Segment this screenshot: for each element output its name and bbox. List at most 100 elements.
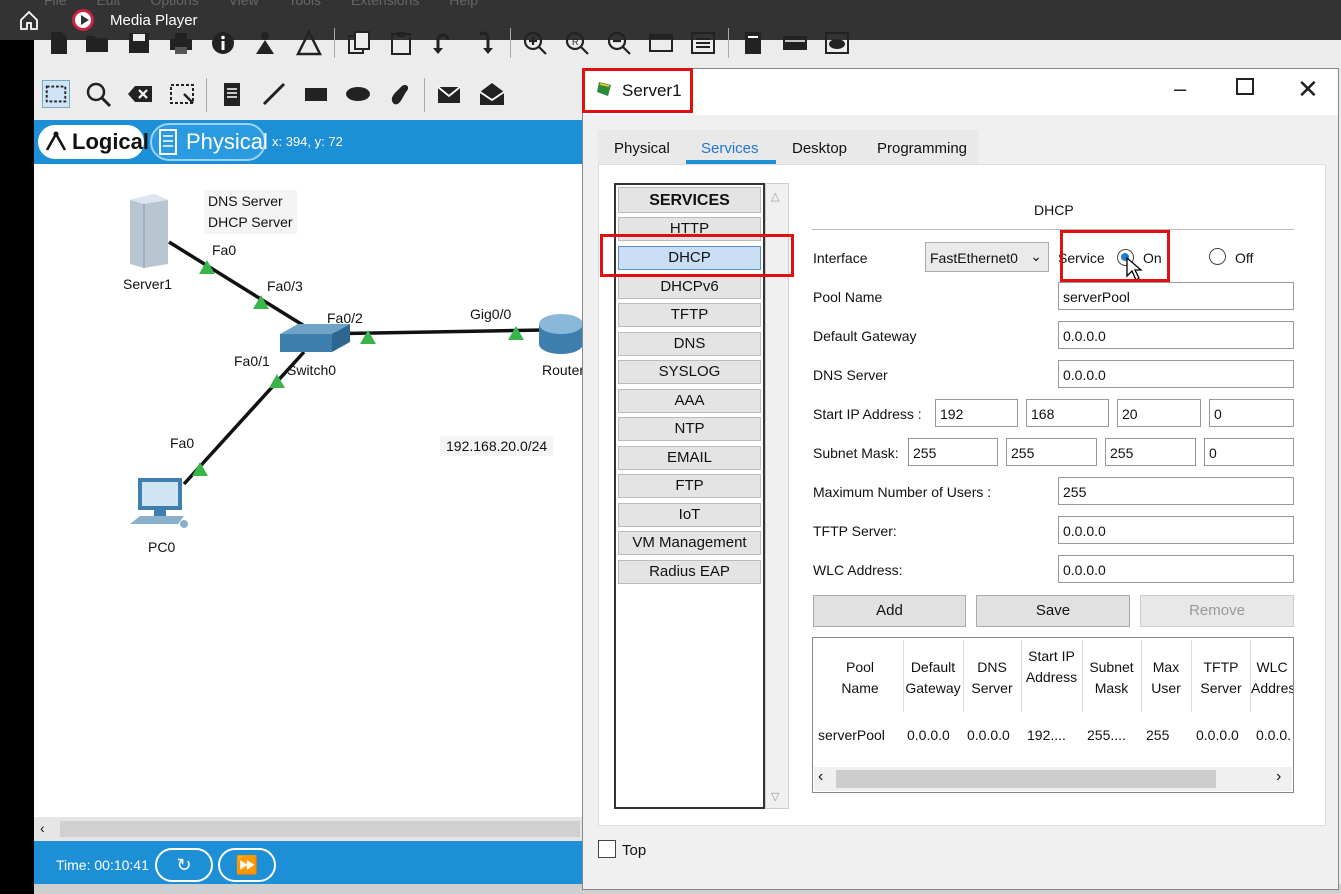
- service-ntp[interactable]: NTP: [618, 417, 761, 441]
- subnet-octet-4[interactable]: 0: [1204, 438, 1294, 466]
- table-cell[interactable]: 0.0.0.: [1256, 727, 1292, 743]
- print-icon[interactable]: [168, 30, 194, 56]
- service-email[interactable]: EMAIL: [618, 446, 761, 470]
- scroll-right-icon[interactable]: ›: [1276, 768, 1281, 786]
- dialog-titlebar[interactable]: [583, 69, 1338, 115]
- subnet-octet-1[interactable]: 255: [908, 438, 998, 466]
- scroll-left-icon[interactable]: ‹: [40, 820, 45, 836]
- scroll-down-icon[interactable]: ▽: [771, 790, 779, 803]
- table-cell[interactable]: 192....: [1027, 727, 1066, 743]
- save-icon[interactable]: [126, 30, 152, 56]
- note-icon[interactable]: [218, 80, 246, 108]
- home-icon[interactable]: [18, 9, 40, 31]
- table-header[interactable]: Default Gateway: [904, 657, 962, 699]
- pdu-icon[interactable]: [782, 30, 808, 56]
- tab-programming[interactable]: Programming: [877, 140, 967, 157]
- close-icon[interactable]: ✕: [1297, 74, 1319, 105]
- network-info-icon[interactable]: [296, 30, 322, 56]
- delete-icon[interactable]: [126, 80, 154, 108]
- table-cell[interactable]: serverPool: [818, 727, 885, 743]
- ellipse-icon[interactable]: [344, 80, 372, 108]
- scroll-left-icon[interactable]: ‹: [818, 768, 823, 786]
- zoom-reset-icon[interactable]: R: [564, 30, 590, 56]
- table-cell[interactable]: 0.0.0.0: [907, 727, 950, 743]
- resize-shape-icon[interactable]: [168, 80, 196, 108]
- viewport-icon[interactable]: [740, 30, 766, 56]
- server-icon[interactable]: [124, 192, 172, 268]
- subnet-octet-2[interactable]: 255: [1006, 438, 1097, 466]
- start-ip-octet-4[interactable]: 0: [1209, 399, 1294, 427]
- tab-physical-config[interactable]: Physical: [614, 140, 670, 157]
- table-header[interactable]: Max User: [1142, 657, 1190, 699]
- save-button[interactable]: Save: [976, 595, 1130, 627]
- paste-icon[interactable]: [388, 30, 414, 56]
- table-hscroll-thumb[interactable]: [836, 770, 1216, 788]
- table-cell[interactable]: 0.0.0.0: [1196, 727, 1239, 743]
- subnet-octet-3[interactable]: 255: [1105, 438, 1196, 466]
- inspect-icon[interactable]: [84, 80, 112, 108]
- service-ftp[interactable]: FTP: [618, 474, 761, 498]
- service-syslog[interactable]: SYSLOG: [618, 360, 761, 384]
- rectangle-icon[interactable]: [302, 80, 330, 108]
- table-header[interactable]: WLC Address: [1251, 657, 1293, 699]
- interface-select[interactable]: FastEthernet0 ⌄: [925, 242, 1049, 272]
- table-cell[interactable]: 255: [1146, 727, 1169, 743]
- max-users-input[interactable]: 255: [1058, 477, 1294, 505]
- undo-icon[interactable]: [430, 30, 456, 56]
- service-tftp[interactable]: TFTP: [618, 303, 761, 327]
- power-cycle-button[interactable]: ↻: [155, 848, 213, 882]
- logical-view-icon: [45, 131, 67, 151]
- new-file-icon[interactable]: [46, 30, 72, 56]
- remove-button[interactable]: Remove: [1140, 595, 1294, 627]
- service-dns[interactable]: DNS: [618, 332, 761, 356]
- activity-wizard-icon[interactable]: [252, 30, 278, 56]
- table-header[interactable]: TFTP Server: [1192, 657, 1250, 699]
- zoom-out-icon[interactable]: [606, 30, 632, 56]
- service-vm-management[interactable]: VM Management: [618, 531, 761, 555]
- maximize-icon[interactable]: [1236, 78, 1254, 95]
- table-cell[interactable]: 0.0.0.0: [967, 727, 1010, 743]
- redo-icon[interactable]: [472, 30, 498, 56]
- service-radius-eap[interactable]: Radius EAP: [618, 560, 761, 584]
- scroll-up-icon[interactable]: △: [771, 190, 779, 203]
- open-folder-icon[interactable]: [84, 30, 110, 56]
- zoom-in-icon[interactable]: [522, 30, 548, 56]
- add-button[interactable]: Add: [813, 595, 966, 627]
- workspace-hscroll-thumb[interactable]: [60, 821, 580, 837]
- pool-name-input[interactable]: serverPool: [1058, 282, 1294, 310]
- copy-icon[interactable]: [346, 30, 372, 56]
- table-header[interactable]: Start IP Address: [1022, 646, 1081, 688]
- tab-desktop[interactable]: Desktop: [792, 140, 847, 157]
- service-aaa[interactable]: AAA: [618, 389, 761, 413]
- top-checkbox[interactable]: [598, 840, 616, 858]
- start-ip-octet-2[interactable]: 168: [1026, 399, 1109, 427]
- router-icon[interactable]: [538, 308, 584, 356]
- start-ip-octet-3[interactable]: 20: [1117, 399, 1201, 427]
- table-header[interactable]: Subnet Mask: [1083, 657, 1140, 699]
- service-dhcpv6[interactable]: DHCPv6: [618, 275, 761, 299]
- fast-forward-button[interactable]: ⏩: [218, 848, 276, 882]
- freeform-icon[interactable]: [386, 80, 414, 108]
- gateway-input[interactable]: 0.0.0.0: [1058, 321, 1294, 349]
- toolbar-separator: [424, 78, 425, 112]
- info-icon[interactable]: [210, 30, 236, 56]
- service-iot[interactable]: IoT: [618, 503, 761, 527]
- drawing-palette-icon[interactable]: [648, 30, 674, 56]
- tftp-server-input[interactable]: 0.0.0.0: [1058, 516, 1294, 544]
- draw-line-icon[interactable]: [260, 80, 288, 108]
- pc-icon[interactable]: [130, 476, 192, 532]
- start-ip-octet-1[interactable]: 192: [935, 399, 1018, 427]
- select-icon[interactable]: [42, 80, 70, 108]
- dns-server-input[interactable]: 0.0.0.0: [1058, 360, 1294, 388]
- add-simple-pdu-icon[interactable]: [436, 80, 464, 108]
- service-off-radio[interactable]: [1209, 248, 1226, 265]
- cloud-icon[interactable]: [824, 30, 850, 56]
- custom-device-icon[interactable]: [690, 30, 716, 56]
- table-cell[interactable]: 255....: [1087, 727, 1126, 743]
- table-header[interactable]: DNS Server: [964, 657, 1020, 699]
- minimize-icon[interactable]: –: [1174, 76, 1186, 102]
- table-header[interactable]: Pool Name: [828, 657, 892, 699]
- add-complex-pdu-icon[interactable]: [478, 80, 506, 108]
- wlc-address-input[interactable]: 0.0.0.0: [1058, 555, 1294, 583]
- tab-services[interactable]: Services: [701, 140, 759, 157]
